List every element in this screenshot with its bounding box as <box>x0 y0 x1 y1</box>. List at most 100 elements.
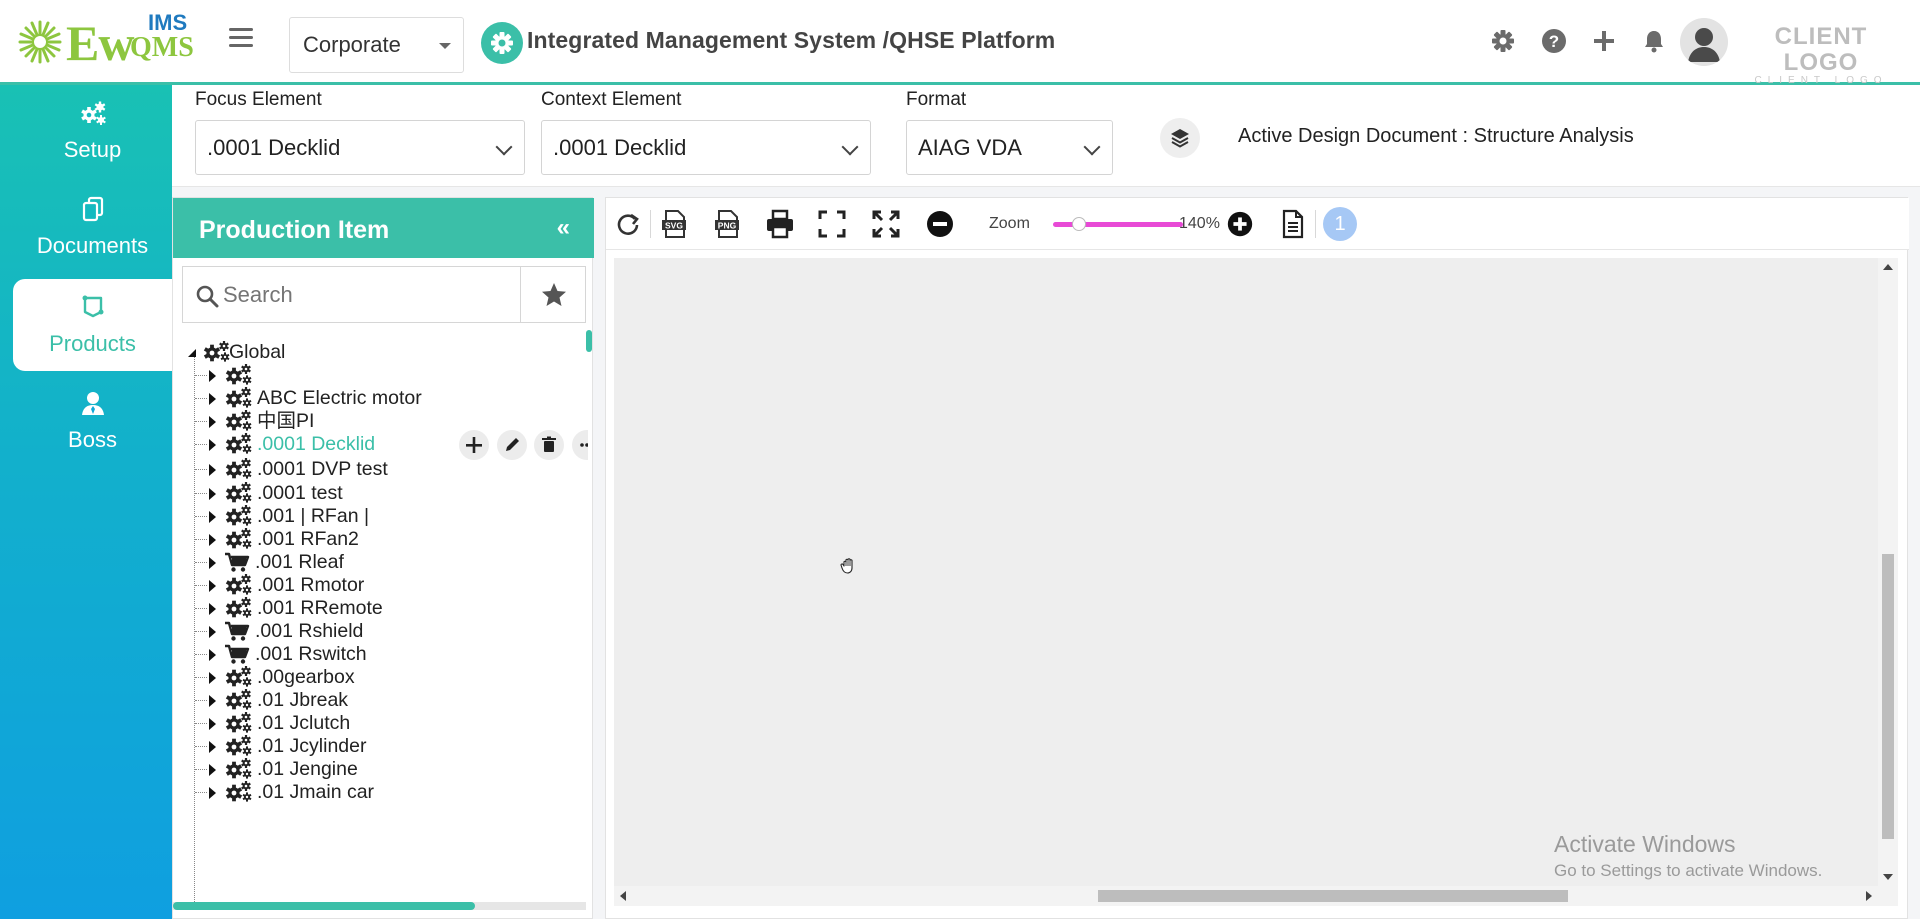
expand-triangle-icon[interactable] <box>209 787 216 799</box>
expand-triangle-icon[interactable] <box>209 393 216 405</box>
tree-connector <box>195 539 207 540</box>
logo-ims-text: IMS <box>148 10 188 35</box>
refresh-icon[interactable] <box>612 208 644 240</box>
expand-triangle-icon[interactable] <box>209 649 216 661</box>
tree-connector <box>195 769 207 770</box>
page-number-badge[interactable]: 1 <box>1323 207 1357 241</box>
nav-item-boss[interactable]: Boss <box>13 375 172 467</box>
horizontal-scroll-thumb[interactable] <box>1098 890 1568 902</box>
fullscreen-icon[interactable] <box>816 208 848 240</box>
delete-icon[interactable] <box>534 430 564 460</box>
focus-element-value: .0001 Decklid <box>207 135 341 160</box>
user-icon <box>82 392 104 415</box>
layers-button[interactable] <box>1160 118 1200 158</box>
tree-connector <box>195 608 207 609</box>
canvas-scrollbar-horizontal[interactable] <box>614 886 1898 906</box>
format-select[interactable]: AIAG VDA <box>906 120 1113 175</box>
menu-toggle-icon[interactable] <box>229 28 253 48</box>
expand-triangle-icon[interactable] <box>209 672 216 684</box>
company-select-value: Corporate <box>303 32 401 57</box>
gears-icon <box>225 666 253 688</box>
cart-icon <box>223 643 251 665</box>
avatar[interactable] <box>1680 18 1728 66</box>
gears-icon <box>225 712 253 734</box>
svg-text:SVG: SVG <box>665 221 683 231</box>
scroll-down-arrow-icon[interactable] <box>1883 874 1893 880</box>
app-logo[interactable]: Ew IMS QMS <box>18 12 203 70</box>
nav-item-setup[interactable]: Setup <box>13 85 172 177</box>
scroll-left-arrow-icon[interactable] <box>620 891 626 901</box>
tree-item-selected[interactable]: .0001 Decklid <box>195 430 588 460</box>
expand-triangle-icon[interactable] <box>209 511 216 523</box>
tree-scrollbar-horizontal[interactable] <box>173 902 475 910</box>
zoom-out-icon[interactable] <box>924 208 956 240</box>
logo-ew-text: Ew <box>66 15 134 71</box>
expand-triangle-icon[interactable] <box>209 370 216 382</box>
export-png-icon[interactable]: PNG <box>711 208 743 240</box>
expand-triangle-icon[interactable] <box>209 439 216 451</box>
gears-icon <box>225 410 253 432</box>
expand-triangle-icon[interactable] <box>209 741 216 753</box>
vertical-scroll-thumb[interactable] <box>1882 554 1894 839</box>
canvas-scrollbar-vertical[interactable] <box>1878 258 1898 886</box>
tree-item[interactable]: .01 Jmain car <box>195 778 499 806</box>
gears-icon <box>81 101 106 125</box>
edit-icon[interactable] <box>497 430 527 460</box>
document-icon[interactable] <box>1276 208 1308 240</box>
tree-connector <box>195 493 207 494</box>
plus-icon[interactable] <box>1591 28 1617 54</box>
tree-connector <box>195 723 207 724</box>
diagram-viewer: SVG PNG Zoom 140% 1 <box>605 197 1909 919</box>
zoom-in-icon[interactable] <box>1225 209 1255 239</box>
expand-triangle-icon[interactable] <box>209 695 216 707</box>
expand-triangle-icon[interactable] <box>209 764 216 776</box>
tree-connector <box>195 375 207 376</box>
expand-triangle-icon[interactable] <box>209 718 216 730</box>
zoom-label: Zoom <box>989 215 1030 232</box>
gears-icon <box>225 458 253 480</box>
context-element-label: Context Element <box>541 89 682 110</box>
expand-triangle-icon[interactable] <box>209 580 216 592</box>
chevron-down-icon <box>841 138 859 156</box>
expand-triangle-icon[interactable] <box>209 603 216 615</box>
logo-burst-icon <box>18 20 62 64</box>
products-icon <box>82 295 104 318</box>
scroll-up-arrow-icon[interactable] <box>1883 264 1893 270</box>
expanded-triangle-icon <box>188 349 196 357</box>
nav-item-documents[interactable]: Documents <box>13 181 172 273</box>
svg-text:PNG: PNG <box>718 221 737 231</box>
tree-search <box>182 266 521 323</box>
hand-cursor-icon <box>840 558 853 574</box>
export-svg-icon[interactable]: SVG <box>658 208 690 240</box>
expand-triangle-icon[interactable] <box>209 488 216 500</box>
diagram-canvas[interactable] <box>614 258 1878 886</box>
scroll-right-arrow-icon[interactable] <box>1866 891 1872 901</box>
fit-to-screen-icon[interactable] <box>870 208 902 240</box>
expand-triangle-icon[interactable] <box>209 534 216 546</box>
gears-icon <box>225 574 253 596</box>
print-icon[interactable] <box>764 208 796 240</box>
favorites-button[interactable] <box>520 266 586 323</box>
focus-element-select[interactable]: .0001 Decklid <box>195 120 525 175</box>
expand-triangle-icon[interactable] <box>209 416 216 428</box>
tree-connector <box>195 398 207 399</box>
more-icon[interactable] <box>572 430 588 460</box>
expand-triangle-icon[interactable] <box>209 626 216 638</box>
nav-item-products[interactable]: Products <box>13 279 172 371</box>
help-icon[interactable]: ? <box>1541 28 1567 54</box>
tree-scrollbar-vertical[interactable] <box>586 330 592 352</box>
company-select[interactable]: Corporate <box>289 17 464 73</box>
gears-icon <box>225 689 253 711</box>
chevron-down-icon <box>495 138 513 156</box>
bell-icon[interactable] <box>1641 28 1667 54</box>
context-element-select[interactable]: .0001 Decklid <box>541 120 871 175</box>
search-input[interactable] <box>223 275 503 315</box>
tree-item-label: .0001 Decklid <box>257 433 376 455</box>
collapse-panel-icon[interactable]: « <box>557 216 570 240</box>
expand-triangle-icon[interactable] <box>209 464 216 476</box>
expand-triangle-icon[interactable] <box>209 557 216 569</box>
settings-gear-icon[interactable] <box>1490 28 1516 54</box>
zoom-slider-handle[interactable] <box>1072 217 1086 231</box>
nav-label-documents: Documents <box>36 233 149 258</box>
format-value: AIAG VDA <box>918 135 1022 160</box>
